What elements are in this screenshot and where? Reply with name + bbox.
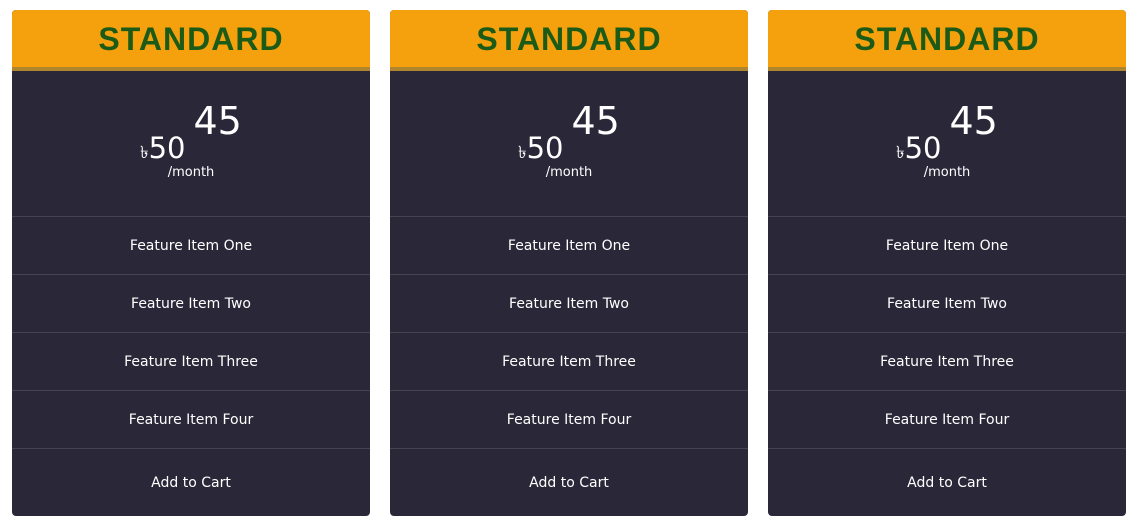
price-cents: 45 bbox=[949, 99, 998, 143]
feature-item: Feature Item One bbox=[768, 217, 1126, 275]
pricing-card: STANDARD ৳5045 /month Feature Item One F… bbox=[390, 10, 748, 516]
add-to-cart-button[interactable]: Add to Cart bbox=[390, 449, 748, 516]
price-block: ৳5045 /month bbox=[390, 71, 748, 217]
currency-symbol: ৳ bbox=[518, 143, 527, 163]
price-amount: 50 bbox=[526, 131, 564, 165]
plan-name: STANDARD bbox=[476, 20, 662, 57]
feature-item: Feature Item Three bbox=[12, 333, 370, 391]
price-period: /month bbox=[923, 165, 971, 180]
feature-item: Feature Item Two bbox=[768, 275, 1126, 333]
price: ৳5045 bbox=[768, 99, 1126, 168]
pricing-table: STANDARD ৳5045 /month Feature Item One F… bbox=[12, 10, 1128, 516]
add-to-cart-button[interactable]: Add to Cart bbox=[768, 449, 1126, 516]
price-cents: 45 bbox=[571, 99, 620, 143]
feature-item: Feature Item Four bbox=[12, 391, 370, 449]
plan-name: STANDARD bbox=[854, 20, 1040, 57]
add-to-cart-button[interactable]: Add to Cart bbox=[12, 449, 370, 516]
currency-symbol: ৳ bbox=[140, 143, 149, 163]
price-block: ৳5045 /month bbox=[768, 71, 1126, 217]
plan-header: STANDARD bbox=[390, 10, 748, 71]
currency-symbol: ৳ bbox=[896, 143, 905, 163]
feature-item: Feature Item One bbox=[390, 217, 748, 275]
price-period: /month bbox=[545, 165, 593, 180]
feature-item: Feature Item Three bbox=[390, 333, 748, 391]
plan-header: STANDARD bbox=[768, 10, 1126, 71]
pricing-card: STANDARD ৳5045 /month Feature Item One F… bbox=[12, 10, 370, 516]
price-amount: 50 bbox=[148, 131, 186, 165]
price-block: ৳5045 /month bbox=[12, 71, 370, 217]
price-cents: 45 bbox=[193, 99, 242, 143]
price: ৳5045 bbox=[390, 99, 748, 168]
feature-item: Feature Item Two bbox=[12, 275, 370, 333]
feature-item: Feature Item Two bbox=[390, 275, 748, 333]
feature-item: Feature Item Four bbox=[390, 391, 748, 449]
price-period: /month bbox=[167, 165, 215, 180]
plan-name: STANDARD bbox=[98, 20, 284, 57]
plan-header: STANDARD bbox=[12, 10, 370, 71]
feature-item: Feature Item Four bbox=[768, 391, 1126, 449]
price-amount: 50 bbox=[904, 131, 942, 165]
pricing-card: STANDARD ৳5045 /month Feature Item One F… bbox=[768, 10, 1126, 516]
price: ৳5045 bbox=[12, 99, 370, 168]
feature-item: Feature Item One bbox=[12, 217, 370, 275]
feature-item: Feature Item Three bbox=[768, 333, 1126, 391]
